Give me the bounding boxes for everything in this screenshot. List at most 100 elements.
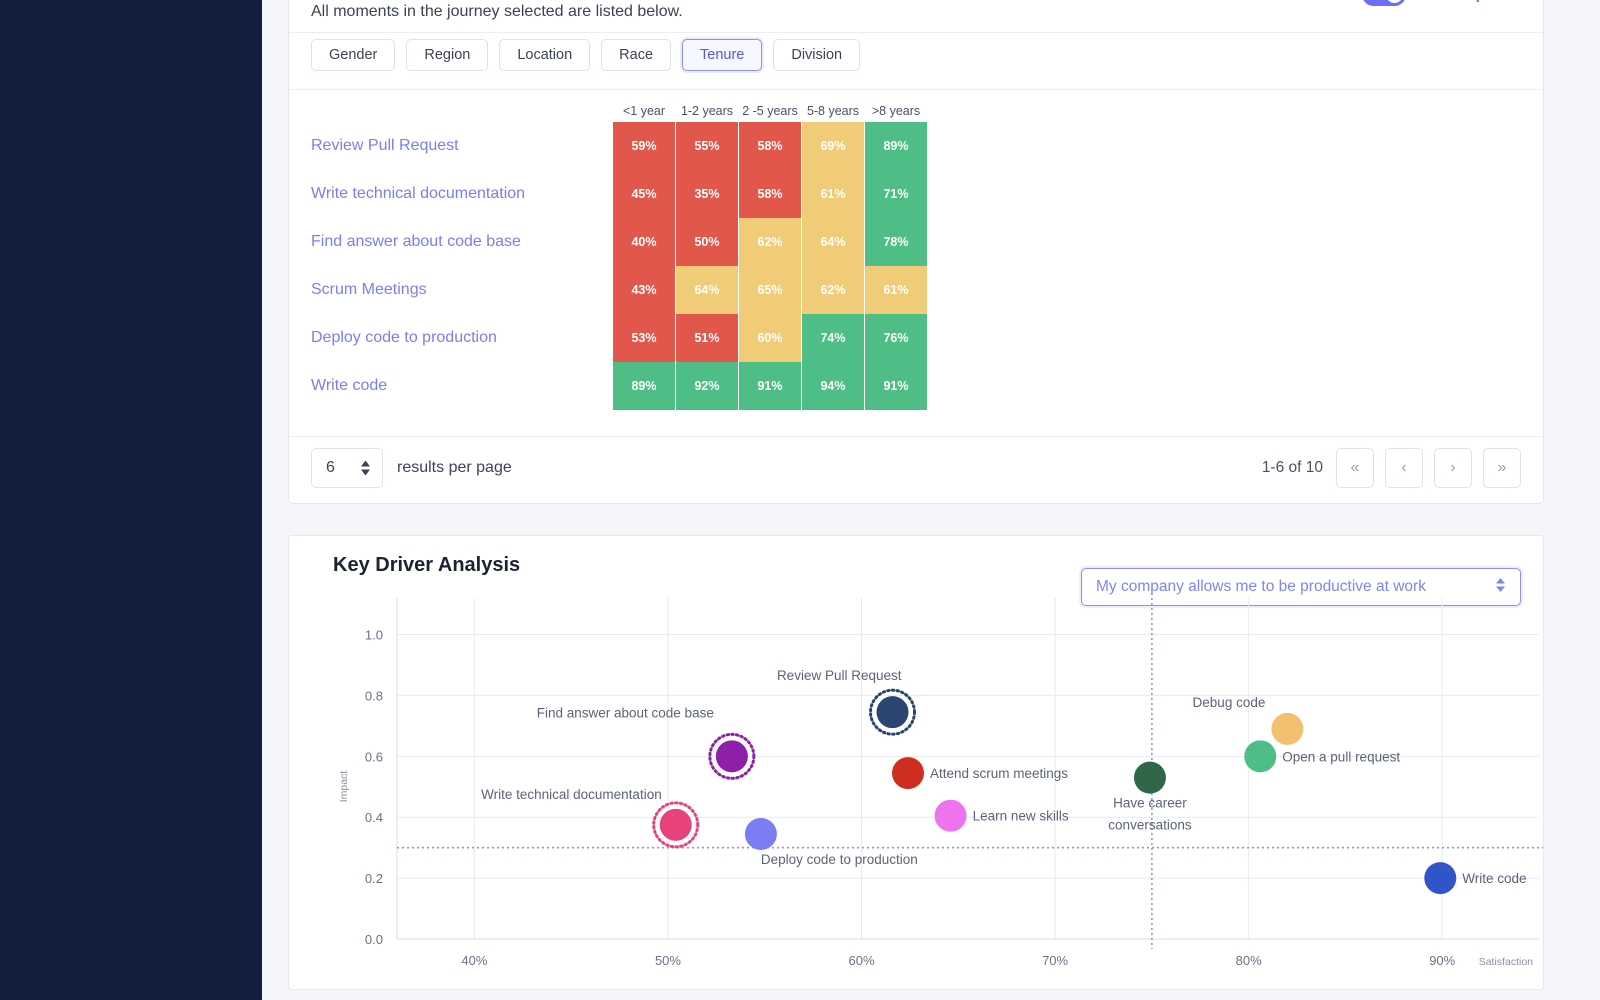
heatmap-cell[interactable]: 61% bbox=[802, 170, 864, 218]
scatter-point-label: Have careerconversations bbox=[1108, 796, 1192, 833]
heatmap-cell[interactable]: 45% bbox=[613, 170, 675, 218]
heatmap-view-label[interactable]: Heat Map View bbox=[1418, 0, 1523, 3]
chevron-updown-icon[interactable] bbox=[1495, 577, 1506, 598]
heatmap-cell[interactable]: 71% bbox=[865, 170, 927, 218]
heatmap-cell[interactable]: 51% bbox=[676, 314, 738, 362]
moment-link[interactable]: Review Pull Request bbox=[311, 137, 613, 155]
filter-button-region[interactable]: Region bbox=[406, 39, 488, 71]
page-title: Key Driver Analysis bbox=[333, 554, 520, 577]
moment-link[interactable]: Deploy code to production bbox=[311, 329, 613, 347]
key-driver-analysis-card: Key Driver Analysis My company allows me… bbox=[288, 535, 1544, 990]
scatter-point-label: Write technical documentation bbox=[481, 787, 662, 802]
scatter-point[interactable] bbox=[892, 757, 924, 789]
scatter-point-group: Attend scrum meetings bbox=[892, 757, 1068, 789]
per-page-control: 6 results per page bbox=[311, 448, 512, 488]
scatter-point[interactable] bbox=[745, 818, 777, 850]
heatmap-cell[interactable]: 55% bbox=[676, 122, 738, 170]
heatmap-cell[interactable]: 35% bbox=[676, 170, 738, 218]
scatter-point[interactable] bbox=[660, 809, 692, 841]
heatmap-cell[interactable]: 91% bbox=[865, 362, 927, 410]
prev-page-button[interactable]: ‹ bbox=[1385, 448, 1423, 488]
heatmap-cell[interactable]: 91% bbox=[739, 362, 801, 410]
scatter-point-label: Debug code bbox=[1193, 695, 1266, 710]
filter-button-location[interactable]: Location bbox=[499, 39, 590, 71]
scatter-point[interactable] bbox=[1134, 762, 1166, 794]
scatter-point-label: Attend scrum meetings bbox=[930, 766, 1068, 781]
view-toggle-switch[interactable] bbox=[1362, 0, 1406, 6]
list-view-label[interactable]: List View bbox=[1290, 0, 1350, 3]
scatter-point[interactable] bbox=[935, 800, 967, 832]
pagination-bar: 6 results per page 1-6 of 10 « ‹ › » bbox=[289, 435, 1543, 503]
divider-filters bbox=[289, 89, 1543, 90]
scatter-point-group: Deploy code to production bbox=[745, 818, 918, 867]
scatter-point[interactable] bbox=[877, 696, 909, 728]
view-mode-toggle[interactable]: List View Heat Map View bbox=[1290, 0, 1523, 6]
scatter-point[interactable] bbox=[1424, 862, 1456, 894]
heatmap-cell[interactable]: 62% bbox=[802, 266, 864, 314]
results-per-page-input[interactable]: 6 bbox=[311, 448, 383, 488]
stepper-arrows-icon[interactable] bbox=[361, 461, 370, 476]
filter-button-tenure[interactable]: Tenure bbox=[682, 39, 762, 71]
heatmap-row-cells: 89%92%91%94%91% bbox=[613, 362, 928, 410]
moment-link[interactable]: Write code bbox=[311, 377, 613, 395]
scatter-point[interactable] bbox=[1244, 740, 1276, 772]
x-axis-tick-label: 40% bbox=[461, 953, 487, 968]
scatter-point-label: Review Pull Request bbox=[777, 668, 902, 683]
pagination-controls: 1-6 of 10 « ‹ › » bbox=[1262, 448, 1521, 488]
filter-button-gender[interactable]: Gender bbox=[311, 39, 395, 71]
heatmap-cell[interactable]: 40% bbox=[613, 218, 675, 266]
heatmap-cell[interactable]: 78% bbox=[865, 218, 927, 266]
heatmap-cell[interactable]: 64% bbox=[676, 266, 738, 314]
heatmap-cell[interactable]: 60% bbox=[739, 314, 801, 362]
last-page-button[interactable]: » bbox=[1483, 448, 1521, 488]
filter-button-race[interactable]: Race bbox=[601, 39, 671, 71]
heatmap-cell[interactable]: 74% bbox=[802, 314, 864, 362]
heatmap-cell[interactable]: 58% bbox=[739, 170, 801, 218]
heatmap-cell[interactable]: 43% bbox=[613, 266, 675, 314]
heatmap-cell[interactable]: 64% bbox=[802, 218, 864, 266]
heatmap-column-header: 2 -5 years bbox=[739, 104, 801, 118]
pagination-range: 1-6 of 10 bbox=[1262, 459, 1323, 477]
scatter-point-label: Open a pull request bbox=[1282, 749, 1400, 764]
heatmap-body: Review Pull Request59%55%58%69%89%Write … bbox=[311, 122, 928, 410]
filter-button-division[interactable]: Division bbox=[773, 39, 860, 71]
table-row: Deploy code to production53%51%60%74%76% bbox=[311, 314, 928, 362]
heatmap-cell[interactable]: 62% bbox=[739, 218, 801, 266]
moment-link[interactable]: Find answer about code base bbox=[311, 233, 613, 251]
results-per-page-value: 6 bbox=[312, 459, 335, 477]
scatter-point-label: Find answer about code base bbox=[537, 705, 714, 720]
scatter-point-group: Find answer about code base bbox=[537, 705, 754, 778]
heatmap-cell[interactable]: 65% bbox=[739, 266, 801, 314]
heatmap-cell[interactable]: 92% bbox=[676, 362, 738, 410]
heatmap-column-header: 1-2 years bbox=[676, 104, 738, 118]
heatmap-column-header: >8 years bbox=[865, 104, 927, 118]
moment-link[interactable]: Write technical documentation bbox=[311, 185, 613, 203]
main-content: List View Heat Map View All moments in t… bbox=[262, 0, 1600, 1000]
heatmap-cell[interactable]: 61% bbox=[865, 266, 927, 314]
left-nav-rail bbox=[0, 0, 262, 1000]
heatmap-cell[interactable]: 94% bbox=[802, 362, 864, 410]
heatmap-column-header: 5-8 years bbox=[802, 104, 864, 118]
scatter-point[interactable] bbox=[716, 740, 748, 772]
heatmap-row-cells: 43%64%65%62%61% bbox=[613, 266, 928, 314]
first-page-button[interactable]: « bbox=[1336, 448, 1374, 488]
x-axis-tick-label: 80% bbox=[1236, 953, 1262, 968]
scatter-point[interactable] bbox=[1271, 713, 1303, 745]
moment-link[interactable]: Scrum Meetings bbox=[311, 281, 613, 299]
scatter-point-group: Write technical documentation bbox=[481, 787, 698, 847]
next-page-button[interactable]: › bbox=[1434, 448, 1472, 488]
heatmap-column-header: <1 year bbox=[613, 104, 675, 118]
question-select[interactable]: My company allows me to be productive at… bbox=[1081, 568, 1521, 606]
scatter-point-group: Learn new skills bbox=[935, 800, 1069, 832]
heatmap-cell[interactable]: 76% bbox=[865, 314, 927, 362]
y-axis-tick-label: 0.2 bbox=[365, 871, 383, 886]
heatmap-cell[interactable]: 59% bbox=[613, 122, 675, 170]
heatmap-cell[interactable]: 69% bbox=[802, 122, 864, 170]
heatmap-cell[interactable]: 89% bbox=[613, 362, 675, 410]
heatmap-cell[interactable]: 89% bbox=[865, 122, 927, 170]
heatmap-cell[interactable]: 50% bbox=[676, 218, 738, 266]
filter-button-group: Gender Region Location Race Tenure Division bbox=[311, 39, 860, 71]
divider-top bbox=[289, 32, 1543, 33]
heatmap-cell[interactable]: 53% bbox=[613, 314, 675, 362]
heatmap-cell[interactable]: 58% bbox=[739, 122, 801, 170]
